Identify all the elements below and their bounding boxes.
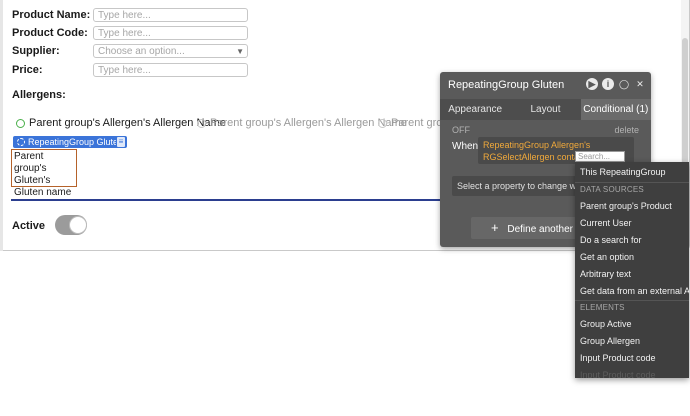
rg-cell-line: Parent group's [14, 151, 47, 174]
divider-line [11, 199, 441, 201]
off-label: OFF [452, 125, 470, 135]
product-name-input[interactable]: Type here... [93, 8, 248, 22]
tab-conditional[interactable]: Conditional (1) [580, 99, 651, 120]
data-sources-header: DATA SOURCES [580, 185, 644, 194]
canvas-left-edge [0, 0, 3, 251]
play-icon[interactable]: ▶ [586, 78, 598, 90]
radio-circle-icon [16, 118, 25, 128]
supplier-dropdown-value: Choose an option... [98, 46, 185, 57]
comment-icon[interactable]: ◯ [618, 78, 630, 90]
condition-expression[interactable]: RepeatingGroup Allergen's RGSelectAllerg… [478, 137, 634, 164]
supplier-dropdown[interactable]: Choose an option... ▼ [93, 44, 248, 58]
dropdown-item-element[interactable]: Group Allergen [575, 333, 689, 350]
dropdown-item-data-source[interactable]: Current User [575, 215, 689, 232]
condition-line-1: RepeatingGroup Allergen's [483, 140, 591, 150]
data-source-dropdown: This RepeatingGroup DATA SOURCES Parent … [575, 162, 689, 378]
product-name-label: Product Name: [12, 9, 91, 21]
radio-circle-icon [197, 118, 206, 128]
condition-search-input[interactable]: Search... [575, 151, 625, 162]
radio-circle-icon [378, 118, 387, 128]
dropdown-item-element[interactable]: Input Product code [575, 350, 689, 367]
price-label: Price: [12, 64, 43, 76]
rg-cell-line: Gluten name [14, 187, 72, 198]
toggle-knob [69, 216, 87, 234]
tab-appearance[interactable]: Appearance [440, 99, 510, 120]
dropdown-item-data-source[interactable]: Get an option [575, 249, 689, 266]
price-input[interactable]: Type here... [93, 63, 248, 77]
dropdown-item-element[interactable]: Input Product code [575, 367, 689, 378]
when-label: When [452, 141, 479, 152]
plus-icon: + [491, 220, 499, 235]
allergens-label: Allergens: [12, 89, 66, 101]
panel-title: RepeatingGroup Gluten [448, 79, 565, 91]
repeating-group-tag[interactable]: RepeatingGroup Gluten [13, 136, 128, 148]
repeating-group-tag-label: RepeatingGroup Gluten [28, 137, 124, 147]
dropdown-item-data-source[interactable]: Arbitrary text [575, 266, 689, 283]
active-label: Active [12, 220, 46, 232]
allergen-radio-1[interactable]: Parent group's Allergen's Allergen Name [16, 117, 226, 129]
rg-cell-line: Gluten's [14, 175, 51, 186]
dropdown-item-element[interactable]: Group Active [575, 316, 689, 333]
delete-link[interactable]: delete [614, 125, 639, 135]
close-icon[interactable]: ✕ [634, 78, 646, 90]
active-toggle[interactable] [55, 215, 87, 235]
dropdown-item-data-source[interactable]: Do a search for [575, 232, 689, 249]
product-code-label: Product Code: [12, 27, 88, 39]
panel-tabs: Appearance Layout Conditional (1) [440, 99, 651, 120]
panel-toolbar: ▶ i ◯ ✕ [586, 78, 646, 90]
database-icon[interactable]: ≡ [116, 136, 126, 148]
chevron-down-icon: ▼ [236, 47, 244, 56]
info-icon[interactable]: i [602, 78, 614, 90]
dropdown-item-this-repeatinggroup[interactable]: This RepeatingGroup [575, 164, 689, 181]
repeating-group-cell[interactable]: Parent group's Gluten's Gluten name [11, 149, 77, 198]
elements-header: ELEMENTS [580, 303, 625, 312]
dropdown-item-data-source[interactable]: Parent group's Product [575, 198, 689, 215]
allergen-radio-2[interactable]: Parent group's Allergen's Allergen Name [197, 117, 407, 129]
group-icon [17, 138, 25, 146]
dropdown-item-data-source[interactable]: Get data from an external API [575, 283, 689, 300]
tab-layout[interactable]: Layout [510, 99, 580, 120]
supplier-label: Supplier: [12, 45, 60, 57]
product-code-input[interactable]: Type here... [93, 26, 248, 40]
